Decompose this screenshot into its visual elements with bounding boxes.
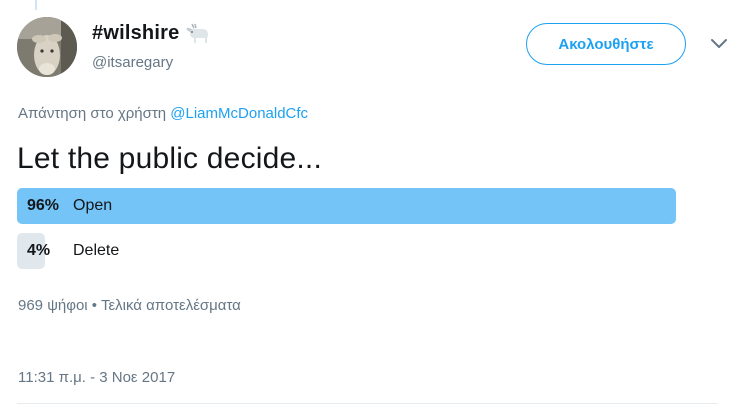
divider (17, 403, 718, 404)
reply-mention-link[interactable]: @LiamMcDonaldCfc (170, 105, 308, 122)
poll-option-open: 96% Open (17, 188, 703, 224)
chevron-down-icon[interactable] (710, 37, 728, 49)
tweet-text: Let the public decide... (17, 142, 323, 175)
thread-connector-line (35, 0, 37, 10)
poll-percent: 96% (27, 197, 60, 214)
poll-percent: 4% (27, 242, 51, 259)
author-display-name[interactable]: #wilshire (92, 22, 179, 45)
avatar[interactable] (17, 17, 77, 77)
poll-summary: 969 ψήφοι • Τελικά αποτελέσματα (18, 297, 241, 314)
author-name-row: #wilshire (92, 22, 211, 45)
follow-button[interactable]: Ακολουθήστε (526, 23, 686, 65)
poll-result-bar (17, 188, 676, 224)
reply-prefix: Απάντηση στο χρήστη (18, 105, 171, 122)
poll-option-label: Delete (73, 242, 120, 259)
reply-context: Απάντηση στο χρήστη @LiamMcDonaldCfc (18, 105, 308, 122)
poll-option-delete: 4% Delete (17, 233, 703, 269)
poll-option-label: Open (73, 197, 113, 214)
goat-icon (185, 23, 211, 45)
avatar-goat-photo (17, 17, 77, 77)
tweet-timestamp[interactable]: 11:31 π.μ. - 3 Νοε 2017 (18, 369, 175, 386)
author-handle[interactable]: @itsaregary (92, 54, 173, 71)
